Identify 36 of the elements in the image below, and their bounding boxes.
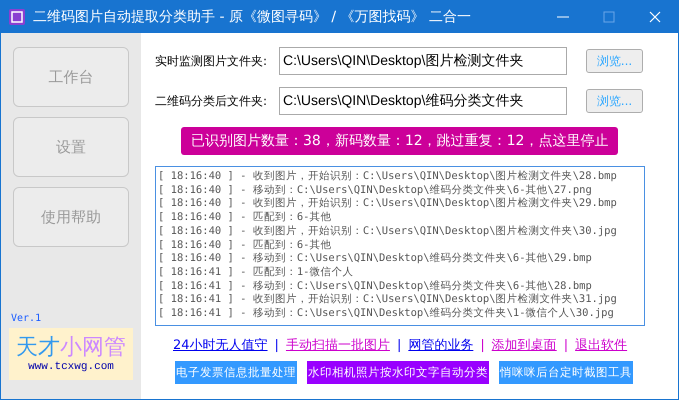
log-line: [ 18:16:40 ] - 移动到：C:\Users\QIN\Desktop\维码分类文件夹\6-其他\29.bmp (158, 252, 593, 266)
log-line: [ 18:16:40 ] - 收到图片，开始识别：C:\Users\QIN\Desktop\图片检测文件夹\30.jpg (158, 224, 618, 239)
log-line: [ 18:16:41 ] - 收到图片，开始识别：C:\Users\QIN\Desktop\图片检测文件夹\31.jpg (158, 293, 618, 307)
nav-link[interactable]: 退出软件 (575, 336, 628, 354)
sidebar-button[interactable]: 使用帮助 (13, 187, 129, 247)
log-line: [ 18:16:40 ] - 收到图片，开始识别：C:\Users\QIN\Desktop\图片检测文件夹\29.bmp (158, 197, 618, 211)
tool-button[interactable]: 悄咪咪后台定时截图工具 (499, 361, 633, 384)
stop-button[interactable]: 已识别图片数量：38，新码数量：12，跳过重复：12，点这里停止 (181, 127, 618, 155)
close-icon[interactable] (649, 11, 661, 23)
separator: | (274, 338, 279, 352)
window-title: 二维码图片自动提取分类助手 - 原《微图寻码》 / 《万图找码》 二合一 (33, 8, 472, 26)
log-line: [ 18:16:41 ] - 移动到：C:\Users\QIN\Desktop\维码分类文件夹\1-微信个人\30.jpg (158, 307, 615, 321)
tool-button[interactable]: 水印相机照片按水印文字自动分类 (307, 361, 489, 384)
log-line: [ 18:16:40 ] - 匹配到：6-其他 (158, 238, 332, 252)
separator: | (480, 338, 485, 352)
tool-button[interactable]: 电子发票信息批量处理 (175, 361, 297, 384)
sidebar-button[interactable]: 工作台 (13, 47, 129, 107)
separator: | (564, 338, 568, 352)
log-line: [ 18:16:41 ] - 移动到：C:\Users\QIN\Desktop\维码分类文件夹\6-其他\28.bmp (158, 280, 593, 293)
version-label: Ver.1 (11, 313, 42, 324)
nav-link[interactable]: 网管的业务 (408, 336, 474, 354)
separator: | (396, 338, 402, 352)
field-label: 二维码分类后文件夹: (155, 92, 268, 110)
log-line: [ 18:16:40 ] - 匹配到：6-其他 (158, 211, 332, 225)
sidebar-button[interactable]: 设置 (13, 117, 129, 177)
folder-field[interactable]: C:\Users\QIN\Desktop\维码分类文件夹 (279, 87, 567, 115)
folder-field[interactable]: C:\Users\QIN\Desktop\图片检测文件夹 (279, 47, 567, 75)
nav-link[interactable]: 手动扫描一批图片 (286, 336, 390, 354)
log-line: [ 18:16:40 ] - 收到图片，开始识别：C:\Users\QIN\Desktop\图片检测文件夹\28.bmp (158, 170, 618, 184)
nav-link[interactable]: 添加到桌面 (492, 336, 557, 354)
app-icon (9, 9, 25, 25)
nav-link[interactable]: 24小时无人值守 (173, 336, 268, 354)
brand-logo: 天才小网管 www.tcxwg.com (9, 328, 133, 380)
field-label: 实时监测图片文件夹: (155, 52, 268, 70)
log-line: [ 18:16:40 ] - 移动到：C:\Users\QIN\Desktop\维码分类文件夹\6-其他\27.png (158, 184, 593, 197)
log-line: [ 18:16:41 ] - 匹配到：1-微信个人 (158, 266, 354, 280)
